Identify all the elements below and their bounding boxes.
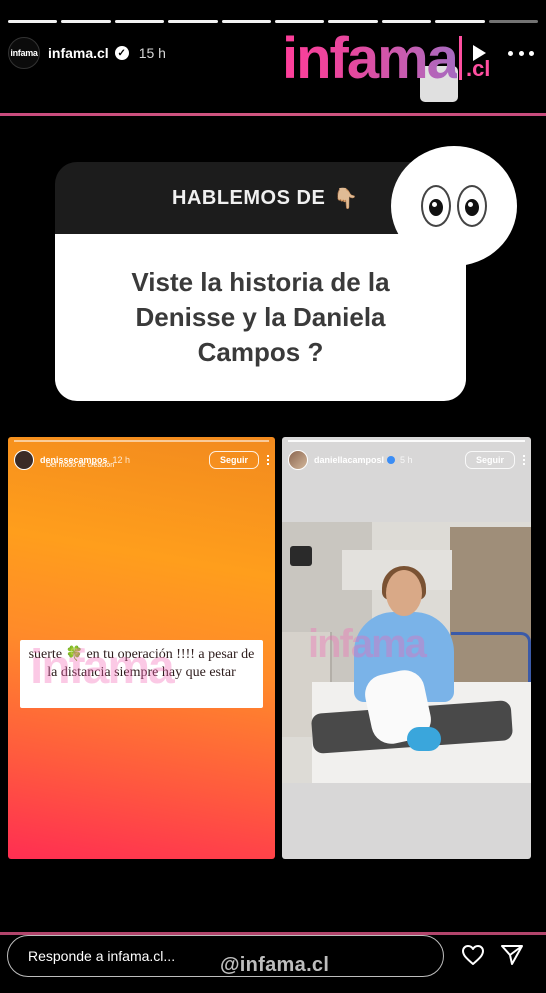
avatar [288, 450, 308, 470]
question-title: HABLEMOS DE [172, 186, 326, 209]
verified-badge-icon: ✓ [114, 46, 129, 60]
progress-segment [221, 20, 272, 23]
more-icon [523, 455, 525, 465]
progress-segment [488, 20, 539, 23]
pointing-down-icon: 👇🏼 [333, 187, 359, 210]
story-time: 12 h [112, 455, 131, 465]
eye-right [457, 185, 487, 227]
progress-segment [114, 20, 165, 23]
logo-divider [458, 36, 462, 80]
hospital-photo: infama [282, 522, 531, 783]
eye-left [421, 185, 451, 227]
sticker-text: suerte 🍀 en tu operación !!!! a pesar de… [28, 647, 255, 680]
logo-word: infama [282, 26, 459, 91]
post-time: 15 h [138, 45, 166, 61]
story-header-mini: daniellacamposl 5 h Seguir [288, 448, 525, 472]
progress-segment [61, 20, 111, 23]
question-body: Viste la historia de la Denisse y la Dan… [55, 234, 466, 401]
story-subtitle: Del modo de creación [46, 462, 115, 469]
avatar-text: infama [10, 48, 38, 58]
follow-button: Seguir [464, 451, 515, 469]
send-icon[interactable] [500, 943, 524, 967]
username[interactable]: infama.cl [48, 45, 109, 61]
story-screenshot-daniela: daniellacamposl 5 h Seguir infama [282, 437, 531, 859]
handle-watermark: @infama.cl [220, 954, 330, 976]
follow-button: Seguir [208, 451, 259, 469]
progress-segment [8, 20, 58, 23]
story-progress-mini [14, 440, 269, 442]
more-icon [267, 455, 269, 465]
question-text: Viste la historia de la Denisse y la Dan… [131, 267, 390, 367]
text-sticker: suerte 🍀 en tu operación !!!! a pesar de… [20, 640, 263, 708]
eyes-icon [391, 146, 517, 266]
story-progress-mini [288, 440, 525, 442]
more-icon[interactable] [508, 42, 534, 64]
story-footer: Responde a infama.cl... @infama.cl [0, 935, 546, 993]
story-username: daniellacamposl [314, 455, 385, 465]
reply-placeholder: Responde a infama.cl... [28, 948, 176, 964]
avatar [14, 450, 34, 470]
avatar[interactable]: infama [8, 37, 40, 69]
top-divider [0, 113, 546, 116]
story-screenshot-denisse: denissecampos 12 h Seguir Del modo de cr… [8, 437, 275, 859]
verified-badge-icon [387, 456, 396, 464]
heart-icon[interactable] [461, 944, 485, 966]
story-time: 5 h [400, 455, 413, 465]
progress-segment [168, 20, 218, 23]
infama-logo-watermark: infama .cl [282, 18, 490, 88]
play-icon[interactable] [468, 42, 490, 64]
